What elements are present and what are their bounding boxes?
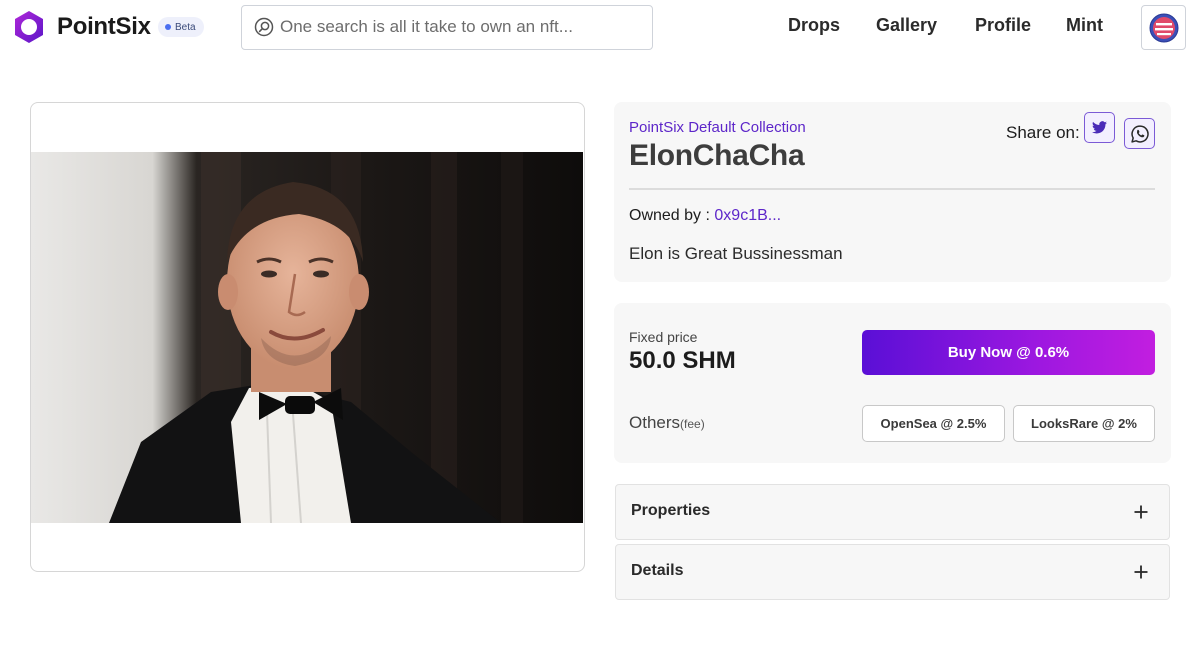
nav-mint[interactable]: Mint	[1066, 15, 1103, 36]
twitter-icon	[1092, 121, 1107, 134]
share-label: Share on:	[1006, 123, 1080, 142]
price-value: 50.0 SHM	[629, 347, 736, 374]
nft-info-card: PointSix Default Collection ElonChaCha S…	[614, 102, 1171, 282]
collection-link[interactable]: PointSix Default Collection	[629, 119, 806, 136]
share-twitter-button[interactable]	[1084, 112, 1115, 143]
top-navbar: PointSix Beta Drops Gallery Profile Mint	[0, 0, 1200, 56]
owned-by-label: Owned by :	[629, 207, 710, 224]
looksrare-button[interactable]: LooksRare @ 2%	[1013, 405, 1155, 442]
nav-gallery[interactable]: Gallery	[876, 15, 937, 36]
nft-image[interactable]	[31, 152, 583, 523]
price-card: Fixed price 50.0 SHM Buy Now @ 0.6% Othe…	[614, 303, 1171, 463]
avatar-icon	[1149, 13, 1178, 42]
properties-accordion[interactable]: Properties	[615, 484, 1170, 540]
properties-label: Properties	[631, 502, 711, 519]
profile-avatar-button[interactable]	[1141, 5, 1186, 50]
search-icon	[254, 17, 274, 37]
buy-now-button[interactable]: Buy Now @ 0.6%	[862, 330, 1155, 375]
owner-address-link[interactable]: 0x9c1B...	[714, 207, 781, 224]
whatsapp-icon	[1130, 124, 1149, 143]
nft-description: Elon is Great Bussinessman	[629, 244, 843, 263]
fee-label: (fee)	[680, 417, 705, 431]
nft-image-card	[30, 102, 585, 572]
share-whatsapp-button[interactable]	[1124, 118, 1155, 149]
nav-drops[interactable]: Drops	[788, 15, 840, 36]
search-input[interactable]	[280, 6, 640, 48]
owned-by: Owned by : 0x9c1B...	[629, 207, 781, 225]
nft-title: ElonChaCha	[629, 139, 805, 172]
beta-label: Beta	[175, 21, 196, 33]
others-fee-label: Others(fee)	[629, 413, 705, 433]
plus-icon[interactable]	[1131, 502, 1151, 522]
search-bar	[241, 5, 653, 50]
fixed-price-label: Fixed price	[629, 329, 698, 345]
details-label: Details	[631, 562, 684, 579]
nav-profile[interactable]: Profile	[975, 15, 1031, 36]
others-label: Others	[629, 413, 681, 432]
details-accordion[interactable]: Details	[615, 544, 1170, 600]
divider	[629, 188, 1155, 190]
opensea-button[interactable]: OpenSea @ 2.5%	[862, 405, 1005, 442]
brand-name[interactable]: PointSix	[57, 13, 151, 41]
plus-icon[interactable]	[1131, 562, 1151, 582]
pointsix-logo-icon[interactable]	[12, 9, 46, 45]
beta-badge: Beta	[158, 17, 204, 37]
beta-dot-icon	[165, 24, 171, 30]
